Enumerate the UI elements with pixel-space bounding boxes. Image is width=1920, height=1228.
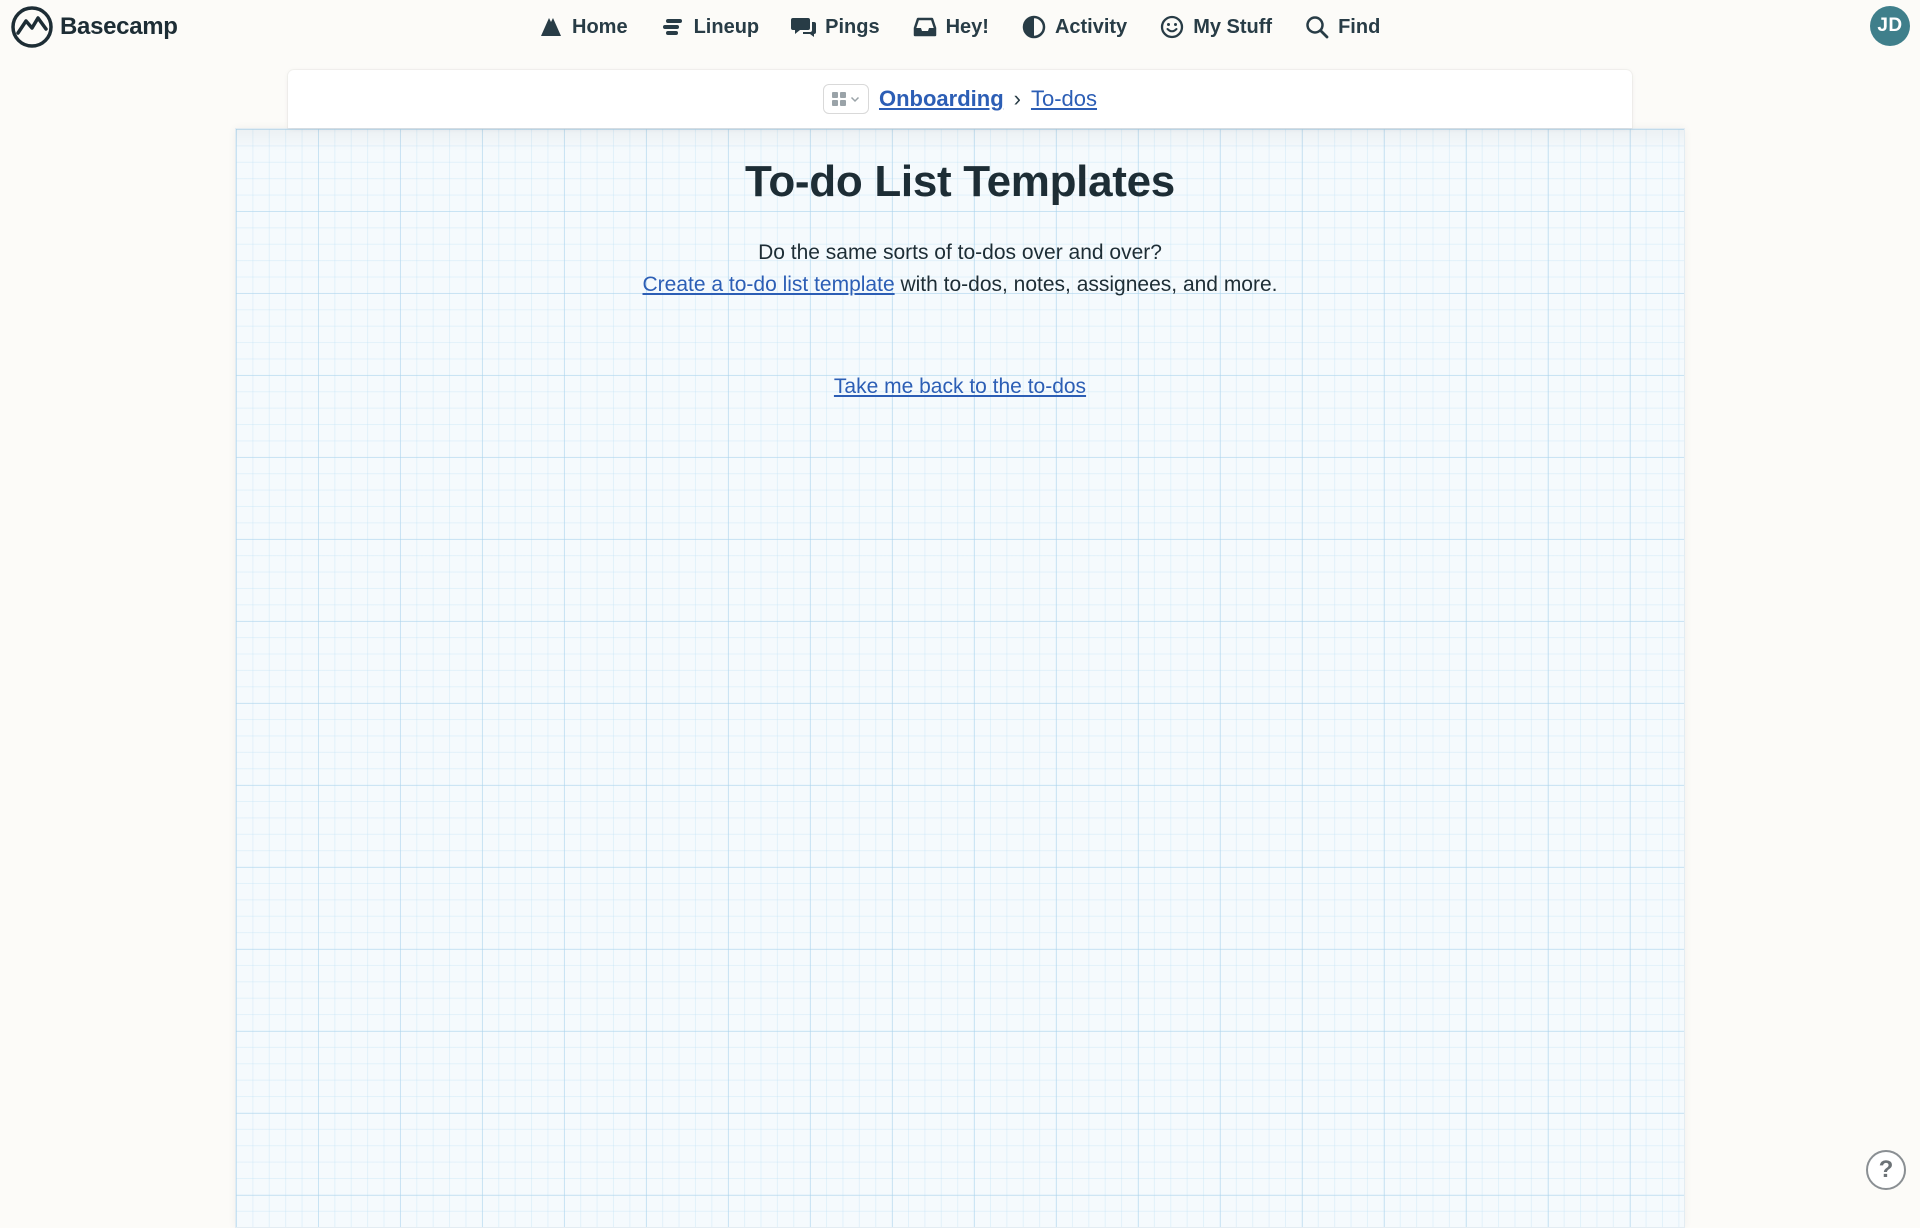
smiley-icon	[1159, 14, 1185, 40]
breadcrumb-tool-link[interactable]: To-dos	[1031, 86, 1097, 112]
top-navigation: Basecamp Home Lineup Pings	[0, 0, 1920, 56]
breadcrumb: Onboarding › To-dos	[288, 84, 1632, 114]
sheet-shadow	[236, 129, 1684, 151]
nav-hey-label: Hey!	[946, 16, 989, 39]
basecamp-logo[interactable]: Basecamp	[10, 6, 178, 48]
nav-pings[interactable]: Pings	[791, 14, 879, 40]
create-template-link[interactable]: Create a to-do list template	[643, 273, 895, 296]
nav-activity-label: Activity	[1055, 16, 1127, 39]
page-description: Do the same sorts of to-dos over and ove…	[236, 237, 1684, 301]
app-name: Basecamp	[60, 13, 178, 41]
nav-lineup-label: Lineup	[694, 16, 760, 39]
pings-icon	[791, 14, 817, 40]
nav-lineup[interactable]: Lineup	[660, 14, 760, 40]
main-nav: Home Lineup Pings Hey!	[538, 0, 1380, 54]
lineup-icon	[660, 14, 686, 40]
back-link-container: Take me back to the to-dos	[236, 375, 1684, 399]
avatar[interactable]: JD	[1870, 6, 1910, 46]
nav-pings-label: Pings	[825, 16, 879, 39]
basecamp-logo-icon	[10, 5, 54, 49]
chevron-down-icon	[850, 94, 860, 104]
nav-find[interactable]: Find	[1304, 14, 1380, 40]
breadcrumb-separator: ›	[1014, 86, 1021, 112]
nav-my-stuff[interactable]: My Stuff	[1159, 14, 1272, 40]
nav-find-label: Find	[1338, 16, 1380, 39]
nav-home-label: Home	[572, 16, 628, 39]
page-title: To-do List Templates	[236, 157, 1684, 207]
nav-my-stuff-label: My Stuff	[1193, 16, 1272, 39]
breadcrumb-bar: Onboarding › To-dos	[288, 70, 1632, 128]
inbox-icon	[912, 14, 938, 40]
content-sheet: To-do List Templates Do the same sorts o…	[235, 128, 1685, 1228]
activity-icon	[1021, 14, 1047, 40]
project-switcher-button[interactable]	[823, 84, 869, 114]
description-line-2-text: with to-dos, notes, assignees, and more.	[895, 273, 1278, 296]
home-icon	[538, 14, 564, 40]
nav-home[interactable]: Home	[538, 14, 628, 40]
description-line-1: Do the same sorts of to-dos over and ove…	[236, 237, 1684, 269]
description-line-2: Create a to-do list template with to-dos…	[236, 269, 1684, 301]
search-icon	[1304, 14, 1330, 40]
help-button[interactable]: ?	[1866, 1150, 1906, 1190]
nav-activity[interactable]: Activity	[1021, 14, 1127, 40]
nav-hey[interactable]: Hey!	[912, 14, 989, 40]
grid-icon	[831, 91, 847, 107]
back-to-todos-link[interactable]: Take me back to the to-dos	[834, 375, 1086, 398]
breadcrumb-project-link[interactable]: Onboarding	[879, 86, 1004, 112]
